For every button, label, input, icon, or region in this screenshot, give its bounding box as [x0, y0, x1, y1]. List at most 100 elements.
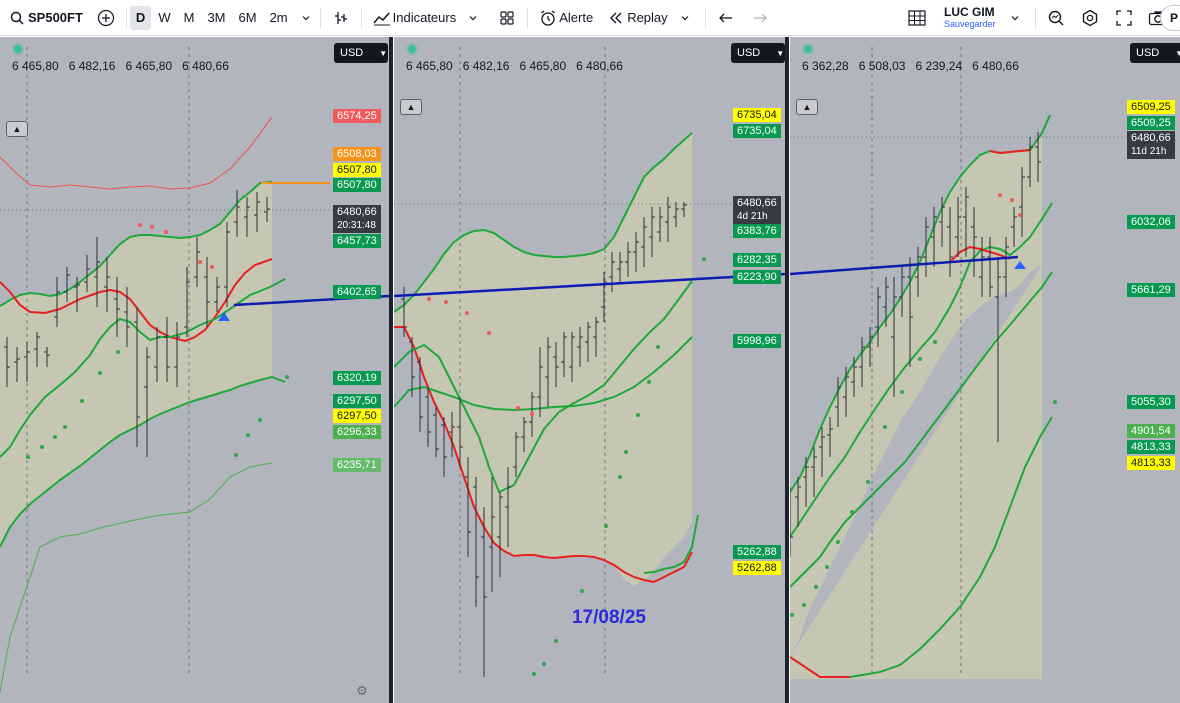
publish-button[interactable]: P — [1160, 5, 1180, 31]
currency-label: USD — [737, 47, 761, 59]
toolbar-separator — [319, 6, 321, 29]
indicators-label: Indicateurs — [392, 10, 457, 25]
current-price-label: 6480,66 4d 21h — [733, 196, 781, 224]
collapse-indicators-button[interactable]: ▲ — [6, 121, 28, 137]
legend-close: 6 480,66 — [182, 59, 229, 73]
chart-pane-3[interactable]: 6 362,28 6 508,03 6 239,24 6 480,66 ▲ US… — [790, 37, 1180, 703]
timeframe-w[interactable]: W — [152, 6, 176, 30]
indicators-button[interactable]: Indicateurs — [365, 0, 491, 36]
redo-icon — [749, 7, 771, 29]
chevron-down-icon — [462, 7, 484, 29]
timeframe-m[interactable]: M — [178, 6, 201, 30]
toolbar-separator — [527, 6, 529, 29]
timeframe-3m[interactable]: 3M — [201, 6, 231, 30]
timeframe-2m[interactable]: 2m — [264, 6, 294, 30]
chart-pane-2[interactable]: 6 465,80 6 482,16 6 465,80 6 480,66 ▲ US… — [394, 37, 785, 703]
price-label: 6507,80 — [333, 178, 381, 192]
price-label: 6574,25 — [333, 109, 381, 123]
pane-settings-icon[interactable]: ⚙ — [354, 683, 370, 699]
price-label: 6320,19 — [333, 371, 381, 385]
current-price-label: 6480,66 20:31:48 — [333, 205, 381, 233]
price-label: 6296,33 — [333, 425, 381, 439]
replay-label: Replay — [627, 10, 668, 25]
price-label: 6457,73 — [333, 234, 381, 248]
price-label: 6735,04 — [733, 124, 781, 138]
layout-title: LUC GIM Sauvegarder — [944, 6, 996, 30]
countdown-timer: 20:31:48 — [337, 220, 376, 231]
replay-button[interactable]: Replay — [599, 0, 701, 36]
chart-canvas-2[interactable] — [394, 37, 785, 703]
currency-label: USD — [1136, 47, 1160, 59]
pane-divider[interactable] — [785, 37, 789, 703]
collapse-indicators-button[interactable]: ▲ — [400, 99, 422, 115]
legend-high: 6 482,16 — [462, 59, 510, 73]
legend-high: 6 508,03 — [858, 59, 906, 73]
bar-style-icon — [330, 7, 352, 29]
layout-name: LUC GIM — [944, 5, 995, 19]
layout-menu[interactable]: LUC GIM Sauvegarder — [934, 0, 1032, 36]
price-label: 4813,33 — [1127, 456, 1175, 470]
price-label: 6223,90 — [733, 270, 781, 284]
chevron-down-icon[interactable] — [295, 7, 317, 29]
pane-divider[interactable] — [389, 37, 393, 703]
currency-select[interactable]: USD ▼ — [334, 43, 388, 63]
price-label: 6509,25 — [1127, 116, 1175, 130]
date-annotation[interactable]: 17/08/25 — [572, 607, 646, 629]
collapse-indicators-button[interactable]: ▲ — [796, 99, 818, 115]
top-toolbar: SP500FT D W M 3M 6M 2m Indicateurs Alert… — [0, 0, 1180, 36]
legend-low: 6 465,80 — [519, 59, 567, 73]
alert-button[interactable]: Alerte — [531, 0, 599, 36]
undo-button[interactable] — [709, 0, 743, 36]
price-label: 6507,80 — [333, 163, 381, 177]
add-symbol-button[interactable] — [89, 0, 123, 36]
settings-button[interactable] — [1073, 0, 1107, 36]
ohlc-legend: 6 465,80 6 482,16 6 465,80 6 480,66 — [406, 59, 623, 73]
layout-grid-button[interactable] — [900, 0, 934, 36]
price-label: 6235,71 — [333, 458, 381, 472]
status-indicator-icon — [14, 45, 22, 53]
quick-search-button[interactable] — [1039, 0, 1073, 36]
price-value: 6480,66 — [1131, 132, 1171, 144]
redo-button[interactable] — [743, 0, 777, 36]
quick-search-icon — [1045, 7, 1067, 29]
templates-icon — [496, 7, 518, 29]
chart-canvas-3[interactable] — [790, 37, 1180, 703]
bollinger-band-fill — [394, 133, 692, 586]
toolbar-right: LUC GIM Sauvegarder — [900, 0, 1175, 36]
currency-select[interactable]: USD ▼ — [731, 43, 785, 63]
timeframe-group: D W M 3M 6M 2m — [129, 5, 317, 30]
chevron-down-icon — [674, 7, 696, 29]
search-icon — [6, 7, 28, 29]
chart-canvas-1[interactable] — [0, 37, 389, 703]
currency-label: USD — [340, 47, 364, 59]
chevron-up-icon: ▲ — [406, 102, 416, 112]
chevron-up-icon: ▲ — [802, 102, 812, 112]
currency-select[interactable]: USD ▼ — [1130, 43, 1180, 63]
bar-style-button[interactable] — [324, 0, 358, 36]
bollinger-band-fill — [790, 137, 1042, 679]
replay-icon — [605, 7, 627, 29]
legend-low: 6 239,24 — [915, 59, 963, 73]
timeframe-d[interactable]: D — [129, 5, 152, 30]
chevron-down-icon: ▼ — [776, 48, 785, 58]
fullscreen-button[interactable] — [1107, 0, 1141, 36]
toolbar-separator — [360, 6, 362, 29]
templates-button[interactable] — [490, 0, 524, 36]
price-label: 6735,04 — [733, 108, 781, 122]
price-label: 5661,29 — [1127, 283, 1175, 297]
alert-label: Alerte — [559, 10, 594, 25]
undo-icon — [715, 7, 737, 29]
chevron-down-icon: ▼ — [1175, 48, 1180, 58]
status-indicator-icon — [804, 45, 812, 53]
layout-grid-icon — [906, 7, 928, 29]
timeframe-6m[interactable]: 6M — [233, 6, 263, 30]
price-label: 6032,06 — [1127, 215, 1175, 229]
symbol-search[interactable]: SP500FT — [0, 0, 89, 36]
fullscreen-icon — [1113, 7, 1135, 29]
legend-open: 6 465,80 — [406, 59, 453, 73]
chart-pane-1[interactable]: 6 465,80 6 482,16 6 465,80 6 480,66 ▲ US… — [0, 37, 389, 703]
price-label: 5998,96 — [733, 334, 781, 348]
price-label: 4901,54 — [1127, 424, 1175, 438]
current-price-label: 6480,66 11d 21h — [1127, 131, 1175, 159]
ohlc-legend: 6 465,80 6 482,16 6 465,80 6 480,66 — [12, 59, 229, 73]
